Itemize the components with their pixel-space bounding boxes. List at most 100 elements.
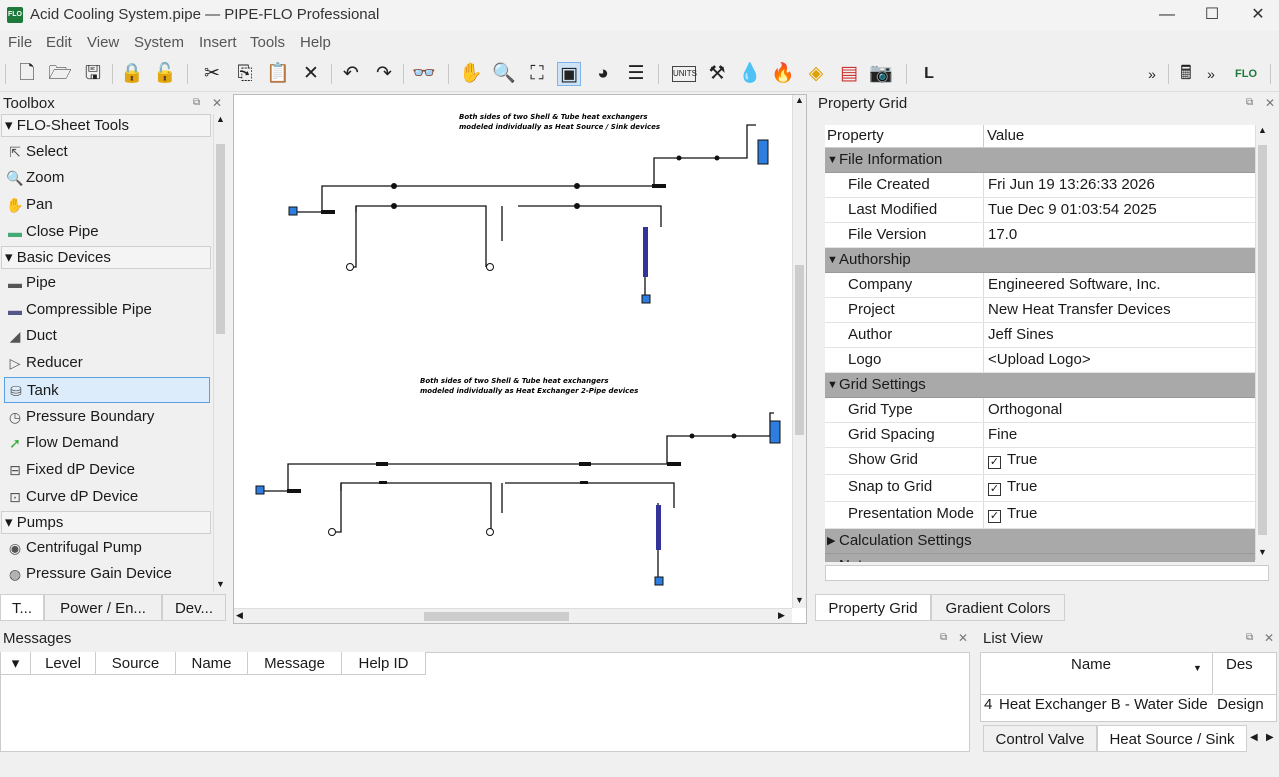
menu-edit[interactable]: Edit (46, 34, 72, 51)
property-value[interactable]: ✓ True (988, 502, 1037, 526)
float-panel-icon[interactable]: ⧉ (940, 632, 947, 643)
category-calc-settings[interactable]: ▶ Calculation Settings (825, 529, 1255, 554)
category-grid-settings[interactable]: ▼ Grid Settings (825, 373, 1255, 398)
flame-icon[interactable]: 🔥 (771, 62, 795, 86)
property-row[interactable]: Project New Heat Transfer Devices (825, 298, 1255, 323)
pan-hand-icon[interactable]: ✋ (459, 62, 483, 86)
tool-select[interactable]: ⇱ Select (4, 139, 210, 165)
property-value[interactable]: Orthogonal (988, 398, 1062, 422)
float-panel-icon[interactable]: ⧉ (1246, 632, 1253, 643)
minimize-button[interactable]: — (1152, 4, 1182, 26)
tab-heat-source-sink[interactable]: Heat Source / Sink (1097, 725, 1247, 752)
property-row[interactable]: Grid Type Orthogonal (825, 398, 1255, 423)
toolbox-scrollbar[interactable]: ▲ ▼ (213, 114, 227, 592)
section-pumps[interactable]: ▾ Pumps (1, 511, 211, 534)
property-row[interactable]: Last Modified Tue Dec 9 01:03:54 2025 (825, 198, 1255, 223)
category-file-info[interactable]: ▼ File Information (825, 148, 1255, 173)
property-value[interactable]: Fine (988, 423, 1017, 447)
toolbar-overflow-button[interactable]: » (1199, 62, 1223, 86)
tab-scroll-left-icon[interactable]: ◀ (1250, 732, 1258, 743)
fluid-drop-icon[interactable]: 💧 (738, 62, 762, 86)
property-row[interactable]: Company Engineered Software, Inc. (825, 273, 1255, 298)
property-value[interactable]: 17.0 (988, 223, 1017, 247)
menu-file[interactable]: File (8, 34, 32, 51)
tools-wrench-icon[interactable]: ⚒ (705, 62, 729, 86)
color-wheel-icon[interactable]: ◕ (591, 62, 615, 86)
scroll-thumb[interactable] (795, 265, 804, 435)
category-authorship[interactable]: ▼ Authorship (825, 248, 1255, 273)
pipe-flo-icon[interactable]: FLO (1234, 62, 1258, 86)
col-source[interactable]: Source (96, 652, 176, 675)
find-binoculars-icon[interactable]: 👓 (412, 62, 436, 86)
flo-sheet-canvas[interactable]: Both sides of two Shell & Tube heat exch… (234, 95, 792, 608)
checkbox-checked-icon[interactable]: ✓ (988, 510, 1001, 523)
scroll-down-icon[interactable]: ▼ (216, 579, 225, 589)
menu-insert[interactable]: Insert (199, 34, 237, 51)
undo-icon[interactable]: ↶ (339, 62, 363, 86)
tool-reducer[interactable]: ▷ Reducer (4, 350, 210, 376)
tab-toolbox-t[interactable]: T... (0, 594, 44, 621)
report-icon[interactable]: ▤ (837, 62, 861, 86)
unlock-icon[interactable]: 🔓 (153, 62, 177, 86)
piping-diagram[interactable]: Both sides of two Shell & Tube heat exch… (234, 95, 792, 608)
tool-duct[interactable]: ◢ Duct (4, 323, 210, 349)
tool-zoom[interactable]: 🔍 Zoom (4, 165, 210, 191)
close-panel-icon[interactable]: ✕ (212, 96, 222, 110)
property-row[interactable]: Snap to Grid ✓ True (825, 475, 1255, 502)
property-value[interactable]: Engineered Software, Inc. (988, 273, 1161, 297)
scroll-down-icon[interactable]: ▼ (1258, 547, 1267, 557)
tab-scroll-right-icon[interactable]: ▶ (1266, 732, 1274, 743)
scroll-up-icon[interactable]: ▲ (1258, 125, 1267, 135)
scroll-left-icon[interactable]: ◀ (236, 610, 243, 621)
checkbox-checked-icon[interactable]: ✓ (988, 483, 1001, 496)
col-desc-header[interactable]: Des (1214, 653, 1276, 695)
col-name-header[interactable]: Name ▼ (981, 653, 1213, 695)
zoom-icon[interactable]: 🔍 (492, 62, 516, 86)
float-panel-icon[interactable]: ⧉ (1246, 97, 1253, 108)
tool-pressure-gain-device[interactable]: ◍ Pressure Gain Device (4, 561, 210, 587)
float-panel-icon[interactable]: ⧉ (193, 97, 200, 108)
lock-icon[interactable]: 🔒 (120, 62, 144, 86)
col-message[interactable]: Message (248, 652, 342, 675)
tab-property-grid[interactable]: Property Grid (815, 594, 931, 621)
property-row[interactable]: Author Jeff Sines (825, 323, 1255, 348)
list-icon[interactable]: ☰ (624, 62, 648, 86)
section-flo-sheet-tools[interactable]: ▾ FLO-Sheet Tools (1, 114, 211, 137)
property-row[interactable]: Show Grid ✓ True (825, 448, 1255, 475)
category-notes-clipped[interactable]: ▶ Notes (825, 554, 1255, 562)
canvas-hscrollbar[interactable]: ◀ ▶ (234, 608, 792, 623)
property-value[interactable]: Tue Dec 9 01:03:54 2025 (988, 198, 1157, 222)
redo-icon[interactable]: ↷ (372, 62, 396, 86)
scroll-right-icon[interactable]: ▶ (778, 610, 785, 621)
property-value[interactable]: ✓ True (988, 475, 1037, 499)
save-icon[interactable]: 🖫 (81, 62, 105, 86)
close-panel-icon[interactable]: ✕ (1265, 96, 1275, 110)
tab-gradient-colors[interactable]: Gradient Colors (931, 594, 1065, 621)
col-name[interactable]: Name (176, 652, 248, 675)
property-value[interactable]: Fri Jun 19 13:26:33 2026 (988, 173, 1155, 197)
menu-tools[interactable]: Tools (250, 34, 285, 51)
tool-flow-demand[interactable]: ➚ Flow Demand (4, 430, 210, 456)
property-row[interactable]: Logo <Upload Logo> (825, 348, 1255, 373)
list-row[interactable]: 4 Heat Exchanger B - Water Side Design (981, 695, 1276, 715)
calculator-icon[interactable]: 🖩 (1174, 62, 1198, 86)
units-icon[interactable]: UNITS (672, 66, 697, 82)
layers-icon[interactable]: ◈ (804, 62, 828, 86)
toolbar-overflow-button[interactable]: » (1140, 62, 1164, 86)
tool-compressible-pipe[interactable]: ▬ Compressible Pipe (4, 297, 210, 323)
tool-pipe[interactable]: ▬ Pipe (4, 270, 210, 296)
tool-pressure-boundary[interactable]: ◷ Pressure Boundary (4, 404, 210, 430)
close-window-button[interactable]: ✕ (1243, 4, 1273, 26)
tool-close-pipe[interactable]: ▬ Close Pipe (4, 219, 210, 245)
property-value[interactable]: <Upload Logo> (988, 348, 1091, 372)
property-grid-scrollbar[interactable]: ▲ ▼ (1255, 125, 1269, 560)
sort-toggle-icon[interactable]: ▾ (1, 652, 31, 675)
delete-icon[interactable]: ✕ (299, 62, 323, 86)
property-row[interactable]: Grid Spacing Fine (825, 423, 1255, 448)
scroll-thumb[interactable] (1258, 145, 1267, 535)
copy-icon[interactable]: ⎘ (233, 62, 257, 86)
property-value[interactable]: Jeff Sines (988, 323, 1054, 347)
tool-curve-dp-device[interactable]: ⊡ Curve dP Device (4, 484, 210, 510)
tool-tank[interactable]: ⛁ Tank (4, 377, 210, 403)
property-row[interactable]: Presentation Mode ✓ True (825, 502, 1255, 529)
